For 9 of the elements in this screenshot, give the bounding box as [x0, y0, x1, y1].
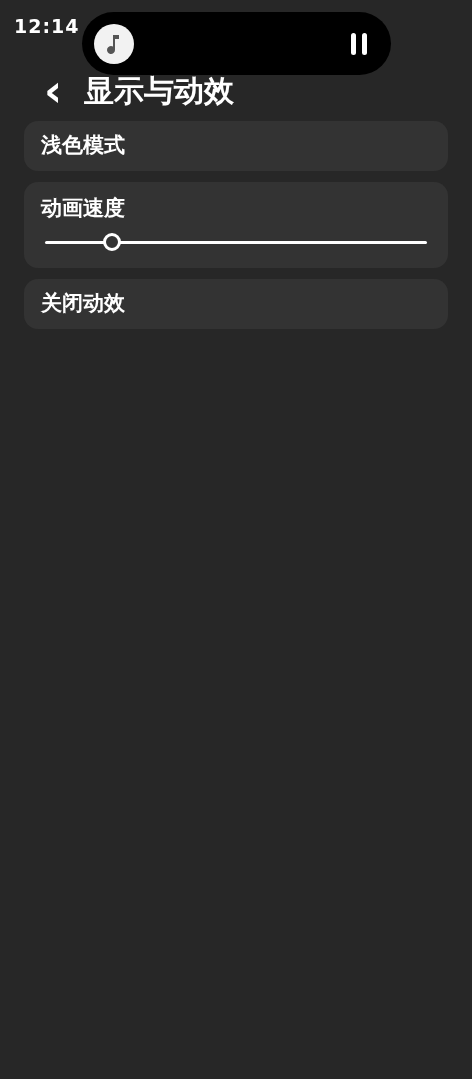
setting-row[interactable]: 浅色模式 [24, 121, 448, 171]
back-button[interactable]: ‹ [38, 74, 68, 108]
slider-thumb[interactable] [102, 233, 121, 251]
page-title: 显示与动效 [84, 74, 234, 108]
music-note-icon [94, 23, 134, 64]
status-time: 12:14 [14, 15, 80, 37]
setting-label: 动画速度 [41, 195, 126, 222]
speed-slider[interactable] [45, 232, 427, 252]
setting-row[interactable]: 关闭动效 [24, 279, 448, 329]
